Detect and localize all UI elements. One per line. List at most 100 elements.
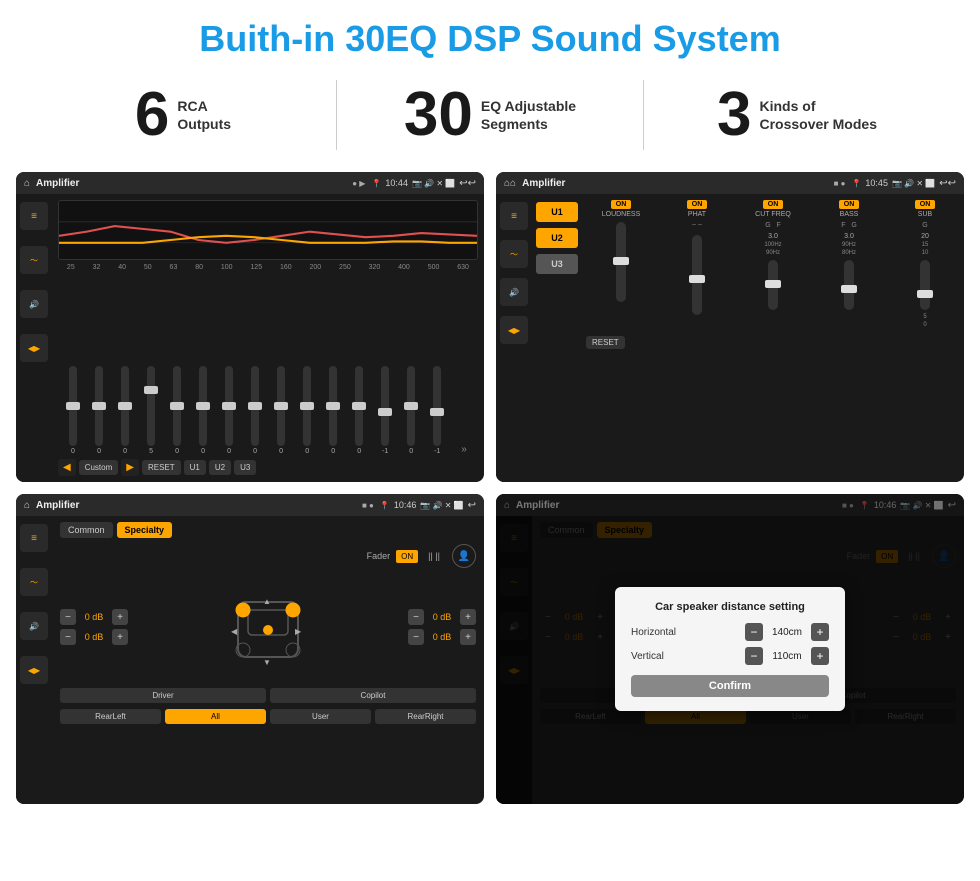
back-icon-2[interactable]: ↩	[939, 178, 956, 189]
screen2-time: 10:45	[865, 178, 888, 188]
eq-balance-btn[interactable]: ◀▶	[20, 334, 48, 362]
prev-arrow[interactable]: ◀	[58, 459, 76, 476]
bass-slider[interactable]	[844, 260, 854, 310]
stat-crossover: 3 Kinds of Crossover Modes	[654, 84, 940, 146]
eq-slider-14[interactable]: 0	[407, 366, 415, 455]
amp-wave-btn[interactable]: 〜	[500, 240, 528, 268]
horizontal-control: − 140cm +	[745, 623, 829, 641]
amp-reset-btn[interactable]: RESET	[586, 336, 625, 349]
rearright-btn[interactable]: RearRight	[375, 709, 476, 724]
eq-slider-12[interactable]: 0	[355, 366, 363, 455]
user-btn[interactable]: User	[270, 709, 371, 724]
horizontal-minus[interactable]: −	[745, 623, 763, 641]
horizontal-plus[interactable]: +	[811, 623, 829, 641]
stat-eq-label: EQ Adjustable Segments	[481, 97, 576, 133]
u1-btn[interactable]: U1	[184, 460, 206, 475]
eq-graph	[58, 200, 478, 260]
db1-plus[interactable]: +	[112, 609, 128, 625]
eq-slider-5[interactable]: 0	[173, 366, 181, 455]
amp-vol-btn[interactable]: 🔊	[500, 278, 528, 306]
common-tab[interactable]: Common	[60, 522, 113, 538]
eq-slider-1[interactable]: 0	[69, 366, 77, 455]
screen3-title: Amplifier	[36, 500, 356, 511]
horizontal-row: Horizontal − 140cm +	[631, 623, 829, 641]
u2-btn[interactable]: U2	[209, 460, 231, 475]
bass-on[interactable]: ON	[839, 200, 860, 209]
next-arrow[interactable]: ▶	[121, 459, 139, 476]
eq-slider-6[interactable]: 0	[199, 366, 207, 455]
fader-vol-btn[interactable]: 🔊	[20, 612, 48, 640]
eq-slider-11[interactable]: 0	[329, 366, 337, 455]
eq-slider-2[interactable]: 0	[95, 366, 103, 455]
db3-minus[interactable]: −	[408, 609, 424, 625]
fader-on-toggle[interactable]: ON	[396, 550, 418, 563]
phat-control: ON PHAT ~ ~	[662, 200, 732, 328]
loudness-on[interactable]: ON	[611, 200, 632, 209]
db-row-1: − 0 dB +	[60, 609, 128, 625]
fader-filter-btn[interactable]: ≡	[20, 524, 48, 552]
eq-slider-3[interactable]: 0	[121, 366, 129, 455]
eq-volume-btn[interactable]: 🔊	[20, 290, 48, 318]
fader-main: Common Specialty Fader ON || || 👤 − 0 d	[52, 516, 484, 804]
eq-slider-15[interactable]: -1	[433, 366, 441, 455]
eq-slider-9[interactable]: 0	[277, 366, 285, 455]
reset-btn[interactable]: RESET	[142, 460, 181, 475]
horizontal-label: Horizontal	[631, 627, 691, 638]
eq-slider-10[interactable]: 0	[303, 366, 311, 455]
copilot-btn[interactable]: Copilot	[270, 688, 476, 703]
all-btn[interactable]: All	[165, 709, 266, 724]
sub-on[interactable]: ON	[915, 200, 936, 209]
db3-value: 0 dB	[428, 612, 456, 622]
bottom-buttons-3: Driver Copilot	[60, 688, 476, 703]
fader-wave-btn[interactable]: 〜	[20, 568, 48, 596]
confirm-button[interactable]: Confirm	[631, 675, 829, 697]
db1-minus[interactable]: −	[60, 609, 76, 625]
screen3-status: 📍 10:46 📷 🔊 ✕ ⬜ ↩	[380, 500, 476, 511]
driver-btn[interactable]: Driver	[60, 688, 266, 703]
db4-plus[interactable]: +	[460, 629, 476, 645]
vertical-plus[interactable]: +	[811, 647, 829, 665]
fader-screen-panel: ⌂ Amplifier ■ ● 📍 10:46 📷 🔊 ✕ ⬜ ↩ ≡ 〜 🔊 …	[16, 494, 484, 804]
eq-slider-7[interactable]: 0	[225, 366, 233, 455]
amp-bal-btn[interactable]: ◀▶	[500, 316, 528, 344]
stat-rca-label: RCA Outputs	[177, 97, 231, 133]
eq-slider-8[interactable]: 0	[251, 366, 259, 455]
amp-filter-btn[interactable]: ≡	[500, 202, 528, 230]
svg-text:▲: ▲	[263, 597, 271, 606]
bottom-buttons-3b: RearLeft All User RearRight	[60, 709, 476, 724]
custom-btn[interactable]: Custom	[79, 460, 119, 475]
eq-left-sidebar: ≡ 〜 🔊 ◀▶	[16, 194, 52, 482]
u3-button[interactable]: U3	[536, 254, 578, 274]
db4-value: 0 dB	[428, 632, 456, 642]
home-icon-2[interactable]: ⌂	[504, 178, 516, 189]
fader-bal-btn[interactable]: ◀▶	[20, 656, 48, 684]
loudness-slider[interactable]	[616, 222, 626, 302]
rearleft-btn[interactable]: RearLeft	[60, 709, 161, 724]
u1-button[interactable]: U1	[536, 202, 578, 222]
db2-plus[interactable]: +	[112, 629, 128, 645]
eq-filter-btn[interactable]: ≡	[20, 202, 48, 230]
cutfreq-slider[interactable]	[768, 260, 778, 310]
screen1-status: 📍 10:44 📷 🔊 ✕ ⬜ ↩	[371, 178, 476, 189]
phat-slider[interactable]	[692, 235, 702, 315]
specialty-tab[interactable]: Specialty	[117, 522, 173, 538]
back-icon[interactable]: ↩	[459, 178, 476, 189]
eq-wave-btn[interactable]: 〜	[20, 246, 48, 274]
phat-on[interactable]: ON	[687, 200, 708, 209]
cutfreq-on[interactable]: ON	[763, 200, 784, 209]
sub-slider[interactable]	[920, 260, 930, 310]
eq-slider-13[interactable]: -1	[381, 366, 389, 455]
vertical-minus[interactable]: −	[745, 647, 763, 665]
back-icon-3[interactable]: ↩	[468, 500, 476, 511]
home-icon[interactable]	[24, 178, 30, 189]
u2-button[interactable]: U2	[536, 228, 578, 248]
stat-crossover-number: 3	[717, 84, 751, 146]
db3-plus[interactable]: +	[460, 609, 476, 625]
person-icon: 👤	[452, 544, 476, 568]
db4-minus[interactable]: −	[408, 629, 424, 645]
db2-minus[interactable]: −	[60, 629, 76, 645]
home-icon-3[interactable]: ⌂	[24, 500, 30, 511]
screen1-icons: 📷 🔊 ✕ ⬜	[412, 179, 455, 188]
u3-btn[interactable]: U3	[234, 460, 256, 475]
eq-slider-4[interactable]: 5	[147, 366, 155, 455]
